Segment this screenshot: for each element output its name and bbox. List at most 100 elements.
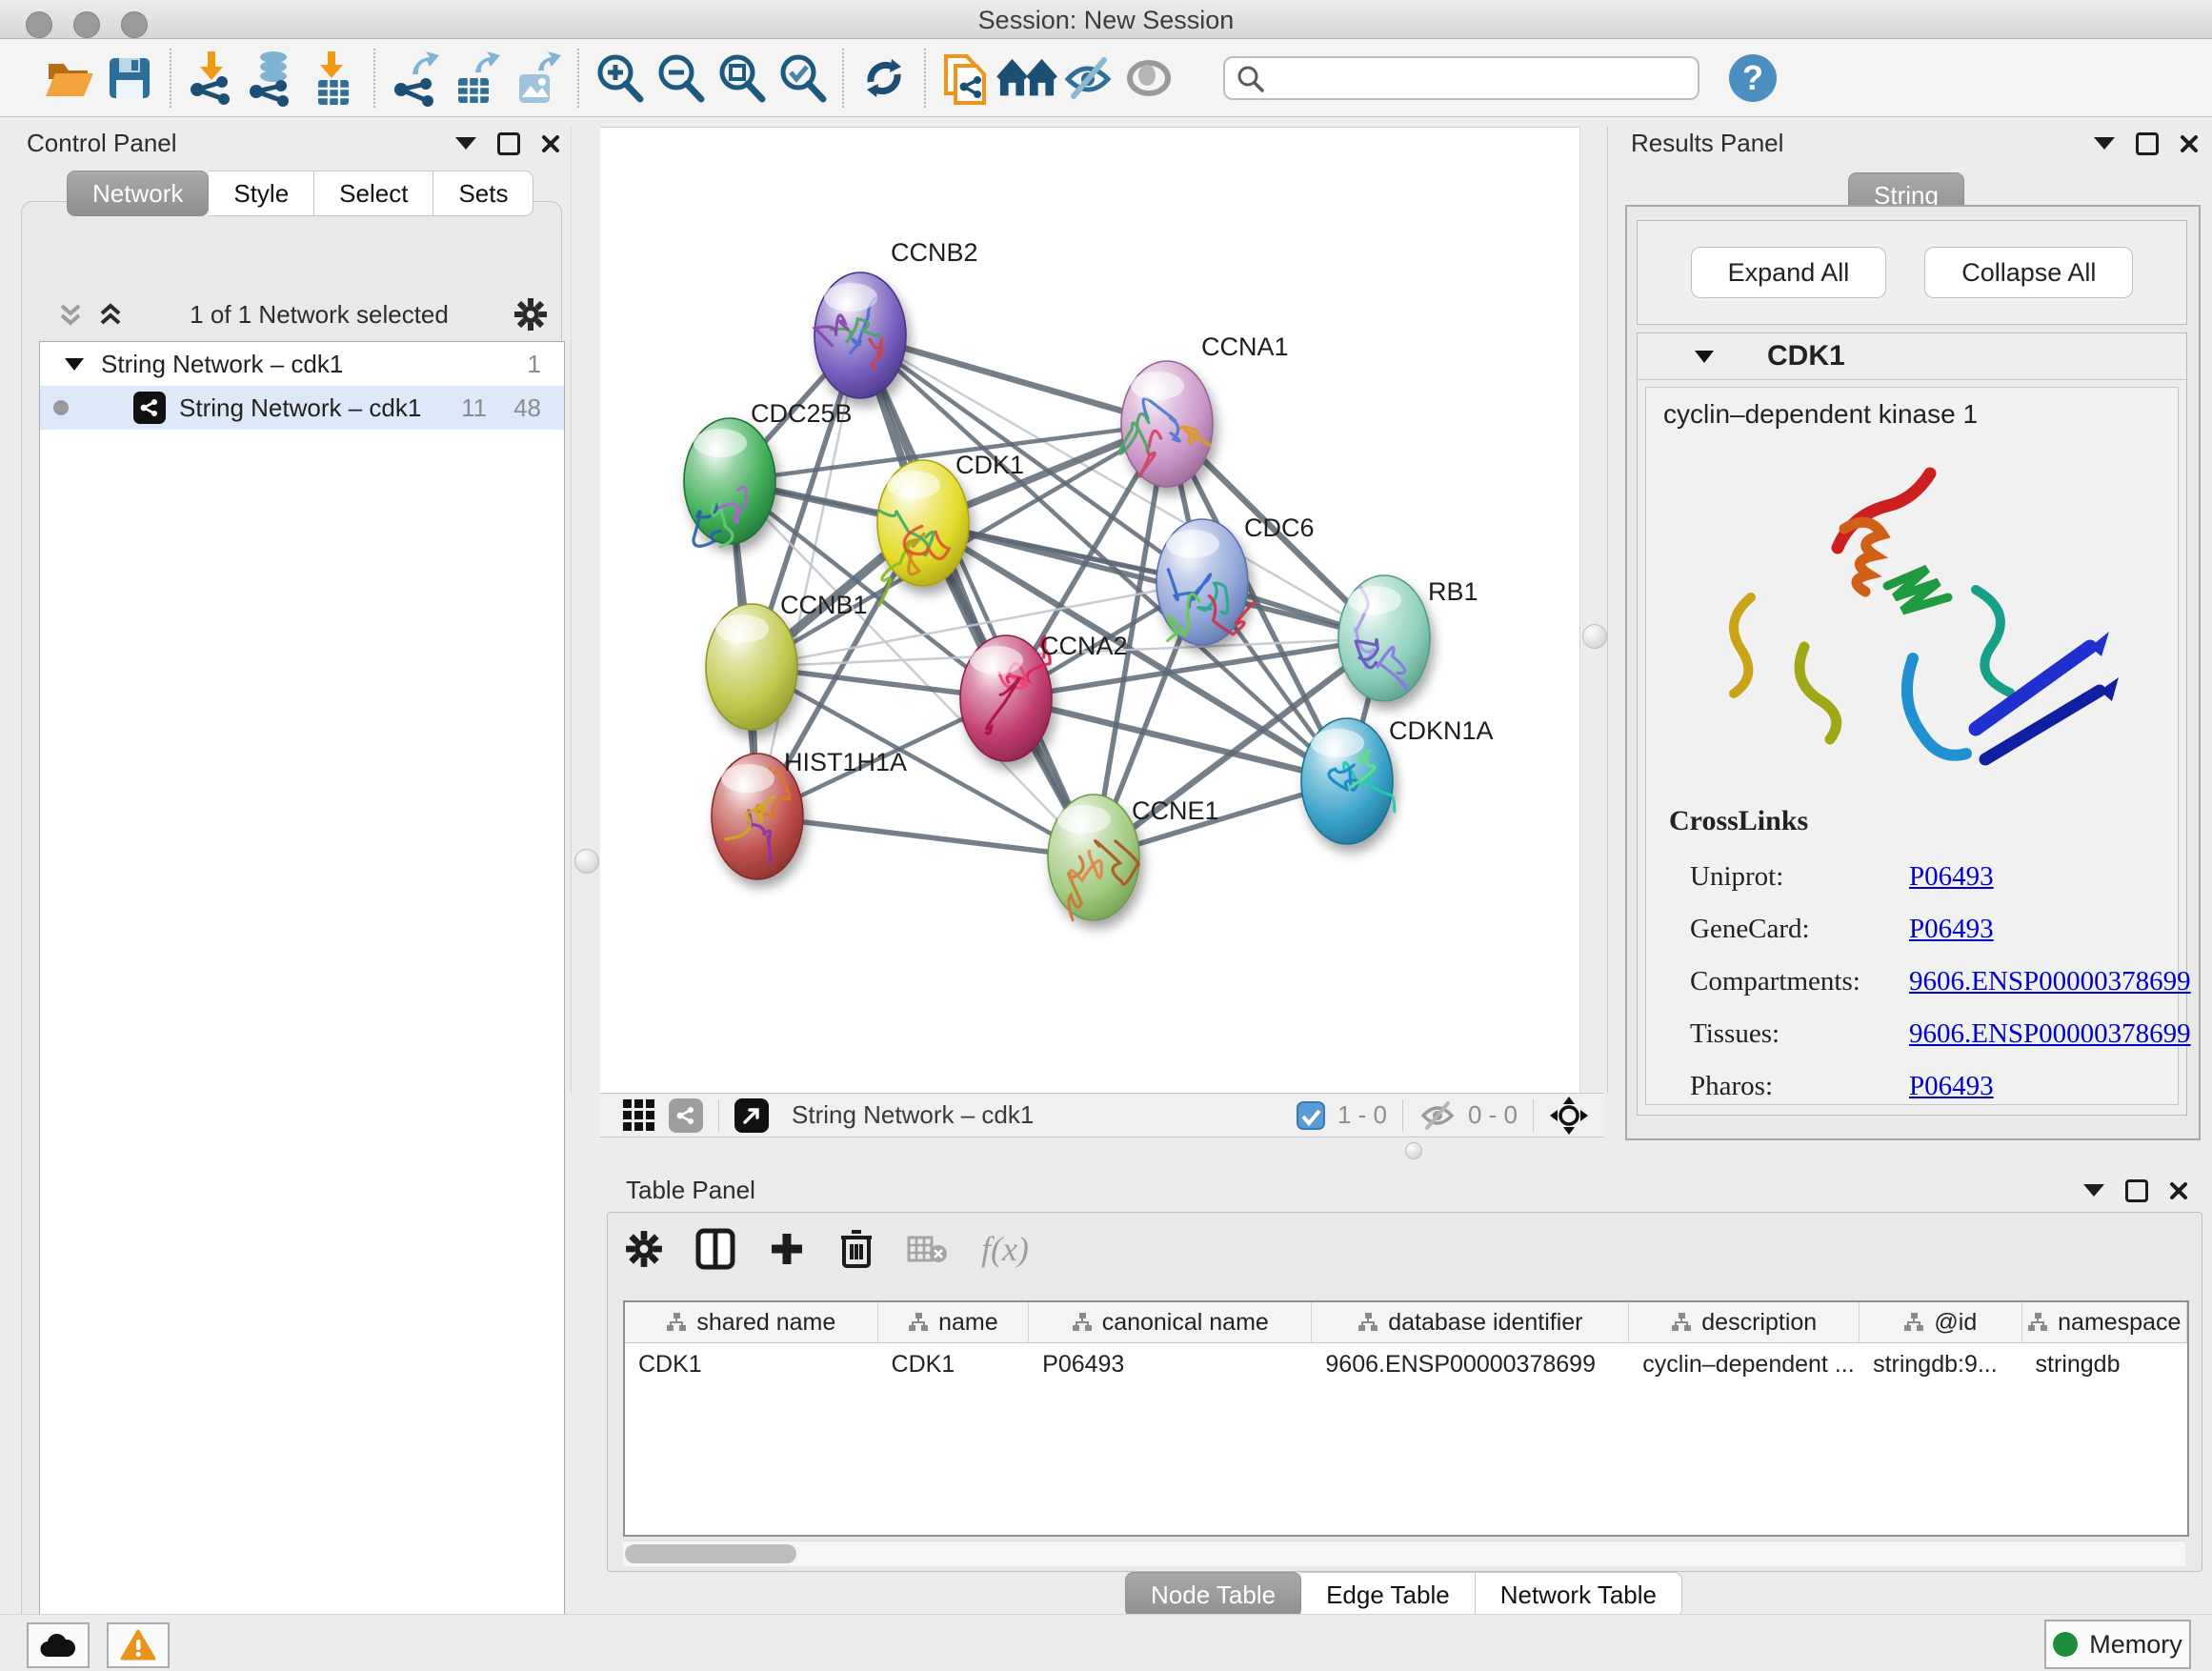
collapse-all-button[interactable]: Collapse All xyxy=(1924,247,2133,298)
zoom-out-button[interactable] xyxy=(650,48,711,109)
gene-section-header[interactable]: CDK1 xyxy=(1638,333,2186,380)
houses-button[interactable] xyxy=(996,48,1057,109)
export-table-button[interactable] xyxy=(446,48,507,109)
delete-column-icon[interactable] xyxy=(838,1228,875,1270)
cloud-status-button[interactable] xyxy=(27,1622,90,1668)
warnings-button[interactable] xyxy=(107,1622,170,1668)
add-column-icon[interactable] xyxy=(768,1230,806,1268)
float-panel-icon[interactable] xyxy=(2125,1179,2148,1202)
node-CDKN1A[interactable]: CDKN1A xyxy=(1301,716,1494,844)
edge-CCNB2-CCNE1[interactable] xyxy=(860,335,1094,857)
tab-network[interactable]: Network xyxy=(67,171,209,216)
node-CCNE1[interactable]: CCNE1 xyxy=(1048,795,1219,920)
expand-all-button[interactable]: Expand All xyxy=(1691,247,1887,298)
node-CDC25B[interactable]: CDC25B xyxy=(684,399,853,547)
zoom-selected-button[interactable] xyxy=(772,48,833,109)
tab-sets[interactable]: Sets xyxy=(433,171,533,216)
column-header-description[interactable]: description xyxy=(1629,1302,1860,1342)
edge-HIST1H1A-CCNE1[interactable] xyxy=(757,816,1094,857)
first-neighbors-button[interactable] xyxy=(935,48,996,109)
close-panel-icon[interactable] xyxy=(2180,134,2199,153)
crosslink-link[interactable]: P06493 xyxy=(1909,861,1994,893)
left-splitter-handle[interactable] xyxy=(574,849,599,874)
float-panel-icon[interactable] xyxy=(2136,132,2159,155)
table-cell[interactable]: CDK1 xyxy=(625,1343,878,1385)
close-panel-icon[interactable] xyxy=(541,134,560,153)
node-RB1[interactable]: RB1 xyxy=(1338,575,1478,701)
gene-section: CDK1 cyclin–dependent kinase 1 xyxy=(1637,332,2187,1116)
show-columns-icon[interactable] xyxy=(695,1228,735,1270)
horizontal-splitter-handle[interactable] xyxy=(1405,1142,1422,1159)
export-image-button[interactable] xyxy=(507,48,568,109)
node-CCNB2[interactable]: CCNB2 xyxy=(814,238,978,398)
crosslink-link[interactable]: 9606.ENSP00000378699 xyxy=(1909,1018,2191,1050)
table-horizontal-scrollbar[interactable] xyxy=(623,1540,2185,1566)
crosslink-link[interactable]: P06493 xyxy=(1909,1071,1994,1102)
tab-edge-table[interactable]: Edge Table xyxy=(1301,1572,1476,1618)
table-row[interactable]: CDK1CDK1P064939606.ENSP00000378699cyclin… xyxy=(625,1343,2187,1385)
close-panel-icon[interactable] xyxy=(2169,1181,2188,1200)
export-network-button[interactable] xyxy=(385,48,446,109)
node-CDC6[interactable]: CDC6 xyxy=(1156,513,1315,645)
right-splitter-handle[interactable] xyxy=(1582,624,1607,649)
grid-view-icon[interactable] xyxy=(621,1097,657,1134)
hide-selected-button[interactable] xyxy=(1057,48,1118,109)
network-view-icon[interactable] xyxy=(669,1098,703,1133)
left-splitter[interactable] xyxy=(571,127,601,1093)
open-session-button[interactable] xyxy=(38,48,99,109)
panel-menu-icon[interactable] xyxy=(2083,1184,2104,1197)
tab-style[interactable]: Style xyxy=(209,171,314,216)
column-header-database-identifier[interactable]: database identifier xyxy=(1312,1302,1629,1342)
import-network-database-button[interactable] xyxy=(242,48,303,109)
search-input[interactable] xyxy=(1223,56,1699,100)
refresh-layout-button[interactable] xyxy=(854,48,915,109)
hidden-eye-slash-icon[interactable] xyxy=(1418,1099,1457,1132)
gene-card: cyclin–dependent kinase 1 xyxy=(1645,387,2179,1105)
table-cell[interactable]: P06493 xyxy=(1029,1343,1312,1385)
column-header-canonical-name[interactable]: canonical name xyxy=(1029,1302,1312,1342)
column-header-shared-name[interactable]: shared name xyxy=(625,1302,878,1342)
table-cell[interactable]: cyclin–dependent ... xyxy=(1629,1343,1860,1385)
right-splitter[interactable] xyxy=(1579,127,1608,1093)
birdseye-navigator-icon[interactable] xyxy=(1549,1096,1589,1136)
import-table-file-button[interactable] xyxy=(303,48,364,109)
gear-icon[interactable] xyxy=(513,297,548,332)
crosslink-link[interactable]: 9606.ENSP00000378699 xyxy=(1909,966,2191,997)
memory-button[interactable]: Memory xyxy=(2044,1620,2191,1669)
table-cell[interactable]: stringdb xyxy=(2022,1343,2187,1385)
column-header-namespace[interactable]: namespace xyxy=(2022,1302,2187,1342)
help-button[interactable]: ? xyxy=(1722,48,1783,109)
panel-menu-icon[interactable] xyxy=(455,137,476,150)
selected-checkbox-icon[interactable] xyxy=(1296,1100,1326,1131)
crosslink-link[interactable]: P06493 xyxy=(1909,914,1994,945)
zoom-fit-icon xyxy=(714,51,768,105)
show-all-eye-button[interactable] xyxy=(1118,48,1179,109)
detach-view-icon[interactable] xyxy=(734,1098,769,1133)
expand-all-icon[interactable] xyxy=(96,300,125,329)
network-row[interactable]: String Network – cdk1 11 48 xyxy=(40,386,564,430)
node-HIST1H1A[interactable]: HIST1H1A xyxy=(712,748,907,879)
zoom-fit-button[interactable] xyxy=(711,48,772,109)
panel-menu-icon[interactable] xyxy=(2094,137,2115,150)
column-header-name[interactable]: name xyxy=(878,1302,1030,1342)
tab-select[interactable]: Select xyxy=(314,171,433,216)
table-cell[interactable]: 9606.ENSP00000378699 xyxy=(1312,1343,1629,1385)
network-canvas[interactable]: CCNB2CCNA1CDC25BCDK1CDC6RB1CCNB1CCNA2CDK… xyxy=(600,127,1579,1094)
import-network-file-button[interactable] xyxy=(181,48,242,109)
scrollbar-handle[interactable] xyxy=(625,1544,796,1563)
expander-icon[interactable] xyxy=(65,358,84,371)
collapse-all-icon[interactable] xyxy=(56,300,85,329)
float-panel-icon[interactable] xyxy=(497,132,520,155)
tab-network-table[interactable]: Network Table xyxy=(1476,1572,1682,1618)
gear-icon[interactable] xyxy=(625,1230,663,1268)
table-cell[interactable]: stringdb:9... xyxy=(1860,1343,2021,1385)
expander-icon[interactable] xyxy=(1695,351,1714,363)
zoom-in-button[interactable] xyxy=(589,48,650,109)
network-collection-row[interactable]: String Network – cdk1 1 xyxy=(40,342,564,386)
node-table[interactable]: shared namenamecanonical namedatabase id… xyxy=(623,1300,2189,1537)
save-session-button[interactable] xyxy=(99,48,160,109)
tab-node-table[interactable]: Node Table xyxy=(1125,1572,1301,1618)
horizontal-splitter[interactable] xyxy=(600,1137,2212,1171)
column-header-@id[interactable]: @id xyxy=(1860,1302,2021,1342)
table-cell[interactable]: CDK1 xyxy=(878,1343,1030,1385)
